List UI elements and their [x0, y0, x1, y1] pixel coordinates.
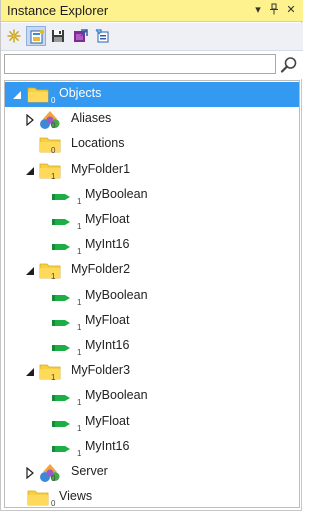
expanded-arrow-icon[interactable] [25, 264, 35, 276]
search-button[interactable] [280, 56, 298, 74]
instance-count: 1 [77, 322, 82, 332]
tree-row[interactable]: 1 MyBoolean [5, 384, 299, 409]
dropdown-icon[interactable]: ▾ [251, 3, 265, 17]
folder-icon [39, 135, 61, 158]
expanded-arrow-icon[interactable] [25, 164, 35, 176]
tree-row-label: MyFolder2 [71, 262, 131, 277]
tree-row[interactable]: 1 MyFolder3 [5, 359, 299, 384]
title-bar: Instance Explorer ▾ ✕ [1, 0, 303, 22]
instance-explorer-panel: Instance Explorer ▾ ✕ 0 Objects 0 Aliases 0 L… [0, 0, 303, 511]
tree-row-label: Objects [59, 86, 102, 100]
magnifier-icon [280, 57, 297, 73]
tree-row[interactable]: 0 Locations [5, 132, 299, 157]
tree-row-label: MyInt16 [85, 438, 130, 453]
tree-row-label: MyBoolean [85, 388, 148, 403]
tree-row-label: Locations [71, 136, 125, 151]
tree-row-label: MyBoolean [85, 186, 148, 201]
tag-icon [51, 417, 71, 435]
instance-count: 1 [51, 171, 56, 181]
tree-row[interactable]: 1 MyFolder2 [5, 258, 299, 283]
tree-row-label: Views [59, 489, 93, 504]
tree-row-label: MyFolder3 [71, 363, 131, 378]
folder-icon [39, 362, 61, 385]
toolbar [1, 23, 303, 51]
instance-count: 1 [77, 222, 82, 231]
tree-row-label: Server [71, 464, 108, 478]
save-icon [52, 30, 64, 42]
tag-icon [51, 341, 71, 359]
instance-count: 0 [51, 499, 56, 509]
tree-row-label: MyFloat [85, 312, 130, 327]
tree-row[interactable]: 1 MyBoolean [5, 284, 299, 309]
tree-row[interactable]: 1 MyFolder1 [5, 158, 299, 183]
instance-count: 1 [77, 196, 82, 206]
tree-row[interactable]: 1 MyBoolean [5, 183, 299, 208]
import-icon [95, 29, 109, 43]
tree-row[interactable]: 1 MyFloat [5, 309, 299, 334]
close-icon[interactable]: ✕ [284, 3, 298, 17]
instance-count: 1 [77, 247, 82, 257]
instance-count: 0 [51, 121, 56, 131]
tree-row-label: MyBoolean [85, 287, 148, 302]
panel-title: Instance Explorer [7, 3, 109, 18]
tag-icon [51, 291, 71, 309]
tag-icon [51, 190, 71, 208]
tree-row-label: MyFloat [85, 413, 130, 428]
instance-count: 1 [77, 423, 82, 433]
new-object-tool-button[interactable] [26, 26, 46, 46]
search-bar [1, 51, 303, 79]
snowflake-icon [7, 29, 21, 43]
new-object-icon [30, 29, 45, 44]
tree-row[interactable]: 0 Server [5, 460, 299, 485]
collapsed-arrow-icon[interactable] [25, 466, 35, 480]
save-tool-button[interactable] [48, 26, 68, 46]
instance-count: 1 [77, 448, 82, 458]
tag-icon [51, 442, 71, 460]
export-icon [74, 29, 88, 42]
tree-row[interactable]: 0 Aliases [5, 107, 299, 132]
folder-icon [27, 488, 49, 511]
folder-icon [39, 161, 61, 184]
tree-row[interactable]: 0 Views [5, 485, 299, 510]
tree-row-label: MyFloat [85, 212, 130, 226]
expanded-arrow-icon[interactable] [12, 88, 22, 100]
instance-tree[interactable]: 0 Objects 0 Aliases 0 Locations 1 MyFolder1 1 MyB… [4, 80, 300, 508]
instance-count: 1 [77, 348, 82, 357]
search-input[interactable] [4, 54, 276, 74]
collapsed-arrow-icon[interactable] [25, 113, 35, 127]
folder-icon [27, 85, 49, 108]
instance-count: 1 [51, 272, 56, 282]
tag-icon [51, 240, 71, 258]
folder-icon [39, 261, 61, 284]
export-tool-button[interactable] [70, 26, 90, 46]
instance-count: 0 [51, 146, 56, 156]
tag-icon [51, 391, 71, 409]
tree-row-label: MyInt16 [85, 338, 130, 352]
instance-count: 1 [51, 373, 56, 383]
expanded-arrow-icon[interactable] [25, 365, 35, 377]
tree-row-label: Aliases [71, 111, 112, 126]
tree-row[interactable]: 1 MyFloat [5, 208, 299, 233]
tree-row[interactable]: 1 MyInt16 [5, 435, 299, 460]
tree-row[interactable]: 1 MyFloat [5, 410, 299, 435]
tree-row-label: MyFolder1 [71, 161, 131, 176]
tag-icon [51, 316, 71, 334]
tag-icon [51, 215, 71, 233]
tree-row[interactable]: 1 MyInt16 [5, 334, 299, 359]
snowflake-tool-button[interactable] [4, 26, 24, 46]
tree-row-label: MyInt16 [85, 237, 130, 252]
instance-count: 0 [51, 96, 56, 105]
pin-icon[interactable] [267, 3, 281, 17]
instance-count: 1 [77, 297, 82, 307]
tree-row[interactable]: 0 Objects [5, 82, 299, 107]
instance-count: 0 [51, 474, 56, 483]
import-tool-button[interactable] [92, 26, 112, 46]
tree-row[interactable]: 1 MyInt16 [5, 233, 299, 258]
instance-count: 1 [77, 398, 82, 408]
